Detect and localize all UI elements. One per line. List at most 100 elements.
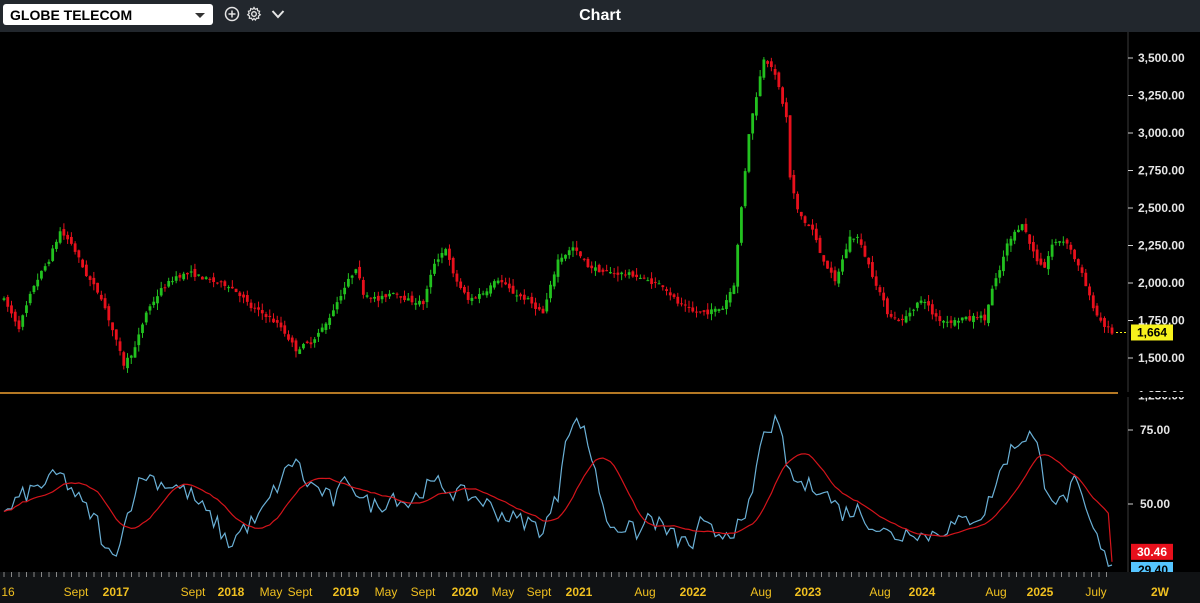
candle-body — [365, 295, 369, 297]
candle-body — [930, 304, 934, 315]
candle-body — [268, 315, 272, 318]
candle-body — [290, 337, 294, 343]
candle-body — [189, 271, 193, 273]
candle-body — [17, 320, 21, 330]
price-tick-label: 2,500.00 — [1138, 201, 1185, 215]
candle-body — [725, 300, 728, 310]
price-tick-label: 2,750.00 — [1138, 164, 1185, 178]
candle-body — [380, 295, 384, 300]
candle-body — [605, 270, 609, 272]
candle-body — [358, 266, 362, 279]
candle-body — [519, 294, 522, 297]
candle-body — [912, 309, 916, 311]
candle-body — [354, 269, 358, 274]
time-axis-label: 16 — [1, 585, 15, 599]
candle-body — [852, 238, 856, 240]
candle-body — [751, 113, 755, 134]
candle-body — [874, 276, 878, 286]
candle-body — [43, 266, 47, 271]
candle-body — [51, 248, 55, 261]
candle-body — [537, 307, 541, 310]
time-axis-label: 2017 — [103, 585, 130, 599]
candle-body — [1076, 259, 1080, 266]
candle-body — [167, 280, 171, 287]
chevron-down-icon[interactable] — [270, 6, 286, 22]
candle-body — [534, 302, 537, 309]
candle-body — [81, 259, 85, 268]
candle-body — [650, 278, 653, 285]
candle-body — [586, 258, 590, 268]
candle-body — [601, 269, 605, 272]
candle-body — [335, 302, 339, 310]
chart-area[interactable]: 3,500.00 3,250.00 3,000.00 2,750.00 2,500.00… — [0, 32, 1200, 603]
candle-body — [159, 288, 163, 296]
candle-body — [691, 307, 695, 312]
add-circle-icon[interactable] — [224, 6, 240, 22]
candle-body — [111, 322, 114, 331]
price-tick-label: 2,000.00 — [1138, 276, 1185, 290]
candle-body — [923, 301, 927, 303]
candle-body — [96, 282, 99, 293]
candle-body — [339, 295, 343, 301]
candle-body — [507, 283, 511, 289]
candle-body — [21, 315, 25, 327]
candle-body — [171, 281, 174, 283]
candle-body — [36, 279, 40, 287]
candle-body — [440, 252, 444, 258]
candle-body — [818, 237, 822, 253]
candle-body — [949, 320, 953, 323]
candle-body — [373, 296, 376, 299]
rsi-tick-label: 75.00 — [1140, 423, 1170, 437]
price-tick-label: 3,000.00 — [1138, 126, 1185, 140]
candle-body — [856, 236, 859, 238]
candle-body — [1020, 224, 1024, 230]
candle-body — [1095, 305, 1099, 316]
candle-body — [2, 298, 6, 300]
candle-body — [829, 267, 833, 273]
time-axis[interactable]: 16 Sept 2017 Sept 2018 May Sept 2019 May Sept 2020… — [0, 572, 1200, 603]
candle-body — [799, 211, 803, 217]
candle-body — [1039, 258, 1043, 265]
candle-body — [302, 344, 305, 349]
candle-body — [867, 257, 871, 265]
candle-body — [212, 277, 216, 282]
candle-body — [249, 302, 253, 309]
time-axis-label: 2025 — [1027, 585, 1054, 599]
candle-body — [328, 317, 332, 325]
candle-body — [972, 315, 975, 323]
symbol-selector[interactable]: GLOBE TELECOM — [3, 4, 213, 25]
time-axis-label: 2022 — [680, 585, 707, 599]
time-axis-label: Aug — [869, 585, 890, 599]
candle-body — [174, 276, 178, 281]
candle-body — [324, 323, 328, 330]
time-axis-label: May — [375, 585, 398, 599]
candle-body — [522, 294, 526, 300]
candle-body — [811, 224, 814, 230]
candle-body — [653, 281, 657, 283]
candle-body — [541, 308, 545, 314]
gear-icon[interactable] — [246, 6, 262, 22]
time-axis-label: Sept — [288, 585, 313, 599]
candle-body — [945, 321, 949, 323]
candle-body — [740, 207, 743, 243]
candle-body — [1002, 256, 1005, 272]
candle-body — [560, 257, 564, 262]
candle-body — [754, 97, 758, 116]
candle-body — [332, 310, 335, 317]
candle-body — [579, 251, 582, 257]
candle-body — [133, 347, 137, 358]
candle-body — [350, 275, 354, 278]
timeframe-label[interactable]: 2W — [1151, 585, 1170, 599]
candle-body — [882, 292, 886, 301]
time-axis-label: 2024 — [909, 585, 936, 599]
time-axis-label: Sept — [411, 585, 436, 599]
candle-body — [451, 257, 455, 274]
candle-body — [141, 324, 144, 334]
candle-body — [186, 272, 189, 275]
candle-body — [886, 298, 889, 315]
candle-body — [721, 308, 725, 310]
candle-body — [492, 281, 496, 288]
candle-body — [13, 311, 17, 322]
time-axis-label: 2023 — [795, 585, 822, 599]
candle-body — [40, 270, 43, 279]
